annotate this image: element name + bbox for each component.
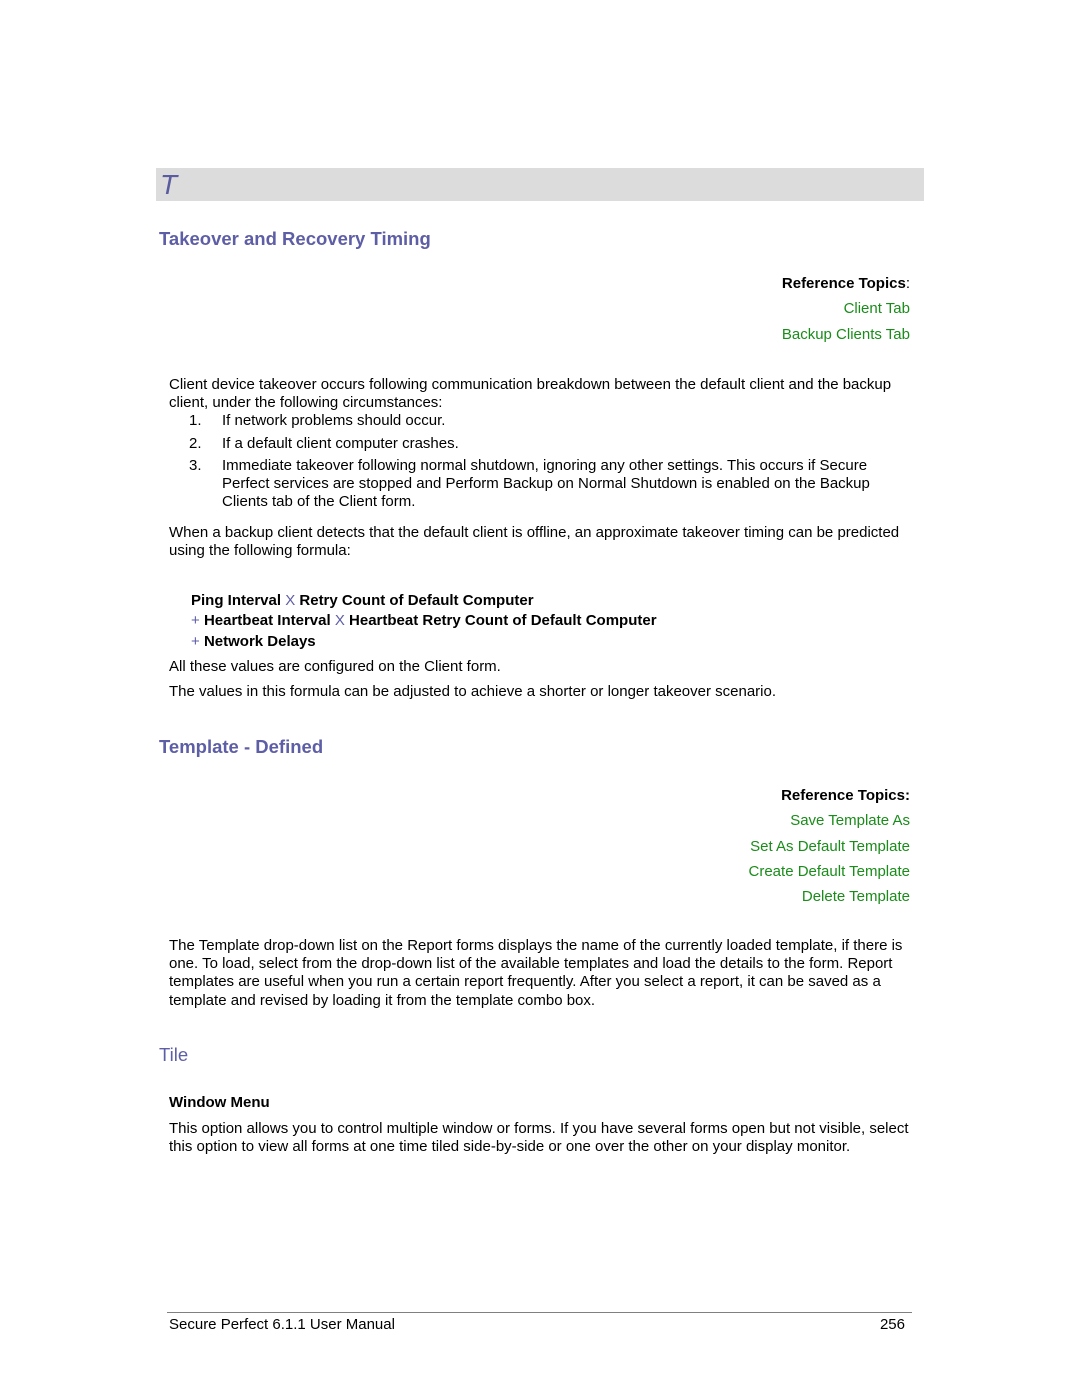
link-client-tab[interactable]: Client Tab: [782, 296, 910, 321]
list-item: 1. If network problems should occur.: [189, 412, 446, 429]
footer-manual-title: Secure Perfect 6.1.1 User Manual: [169, 1316, 395, 1333]
footer-page-number: 256: [879, 1316, 905, 1333]
plus-operator: +: [191, 632, 200, 650]
link-backup-clients-tab[interactable]: Backup Clients Tab: [782, 322, 910, 347]
heading-template-defined: Template - Defined: [159, 736, 324, 757]
heading-takeover-recovery-timing: Takeover and Recovery Timing: [159, 228, 431, 249]
list-item: 3. Immediate takeover following normal sh…: [189, 457, 870, 511]
formula-line-2: + Heartbeat Interval X Heartbeat Retry C…: [191, 612, 657, 630]
link-set-as-default-template[interactable]: Set As Default Template: [749, 834, 910, 859]
reference-topics-label: Reference Topics:: [781, 787, 910, 804]
link-delete-template[interactable]: Delete Template: [749, 884, 910, 909]
takeover-formula: Ping Interval X Retry Count of Default C…: [191, 591, 657, 652]
link-create-default-template[interactable]: Create Default Template: [749, 859, 910, 884]
reference-topics-label: Reference Topics:: [781, 275, 910, 292]
section-letter-band: T: [156, 168, 924, 201]
multiply-operator: X: [334, 612, 345, 630]
takeover-circumstances-list: 1. If network problems should occur. 2. If…: [169, 412, 914, 516]
heading-tile: Tile: [159, 1044, 189, 1065]
reference-topics-takeover: Reference Topics: Client Tab Backup Clie…: [782, 271, 910, 347]
multiply-operator: X: [285, 592, 296, 609]
section-letter: T: [160, 169, 178, 200]
template-body: The Template drop-down list on the Repor…: [169, 937, 903, 1009]
footer-divider: [167, 1312, 912, 1313]
reference-topics-template: Reference Topics: Save Template As Set A…: [749, 783, 910, 909]
formula-note-configured: All these values are configured on the C…: [169, 658, 501, 675]
formula-note-adjusted: The values in this formula can be adjust…: [169, 683, 777, 700]
link-save-template-as[interactable]: Save Template As: [749, 808, 910, 833]
takeover-intro: Client device takeover occurs following …: [169, 376, 892, 412]
formula-line-3: + Network Delays: [191, 632, 316, 650]
formula-line-1: Ping Interval X Retry Count of Default C…: [191, 592, 534, 609]
list-item: 2. If a default client computer crashes.: [189, 434, 459, 452]
plus-operator: +: [191, 612, 200, 630]
tile-body: This option allows you to control multip…: [169, 1120, 909, 1156]
subheading-window-menu: Window Menu: [169, 1094, 270, 1111]
formula-intro: When a backup client detects that the de…: [169, 524, 900, 560]
